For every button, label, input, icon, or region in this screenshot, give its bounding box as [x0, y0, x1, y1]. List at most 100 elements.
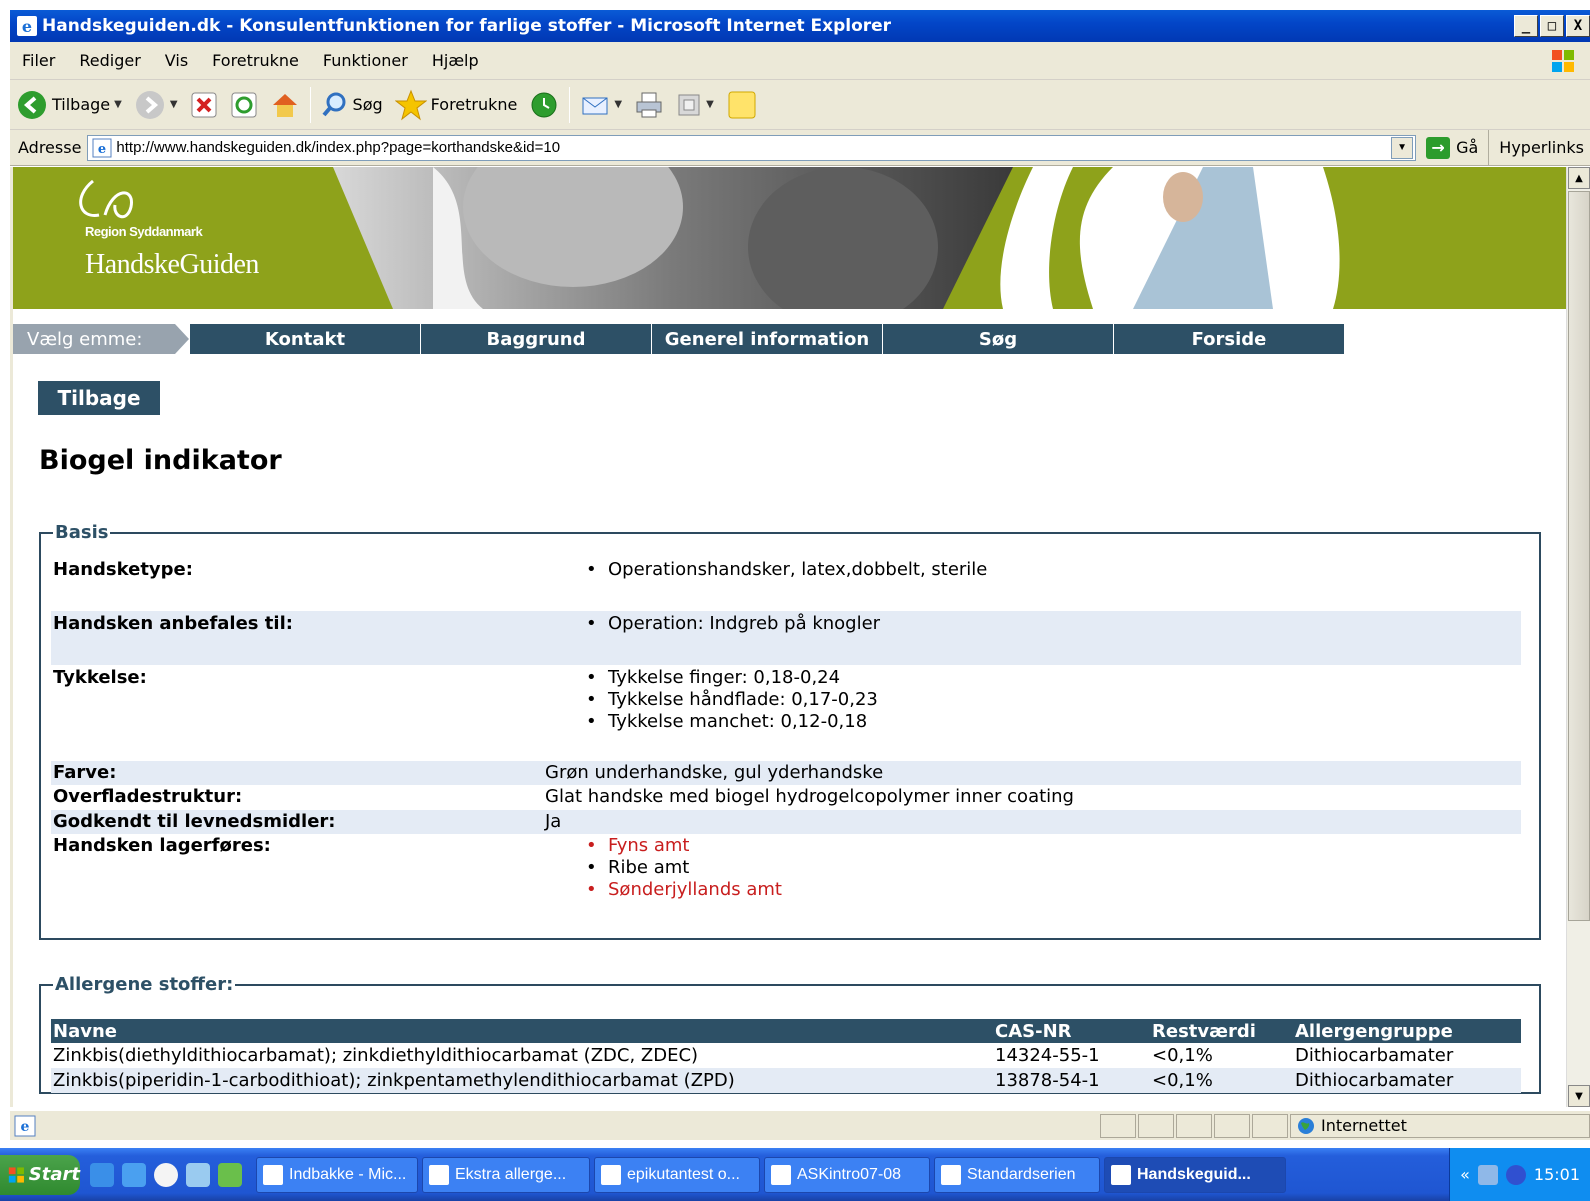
powerpoint-icon	[941, 1164, 961, 1185]
nav-baggrund[interactable]: Baggrund	[420, 324, 651, 354]
address-bar: Adresse e http://www.handskeguiden.dk/in…	[10, 130, 1590, 166]
close-button[interactable]: X	[1566, 15, 1590, 37]
allergen-group: Dithiocarbamater	[1293, 1068, 1521, 1093]
taskbar-task[interactable]: epikutantest o...	[594, 1156, 760, 1193]
toolbar-separator	[309, 86, 311, 123]
task-label: Standardserien	[967, 1165, 1076, 1183]
svg-text:e: e	[21, 1119, 30, 1135]
status-cell	[1252, 1113, 1288, 1138]
overflade-value: Glat handske med biogel hydrogelcopolyme…	[545, 786, 1074, 807]
row-anbefales: Handsken anbefales til: Operation: Indgr…	[51, 611, 1521, 665]
forward-dropdown-icon[interactable]: ▼	[170, 99, 178, 110]
allergen-rest: <0,1%	[1152, 1045, 1213, 1066]
ie-logo-icon: e	[17, 16, 37, 36]
desktop-icon[interactable]	[218, 1162, 242, 1187]
network-icon[interactable]	[1477, 1164, 1498, 1185]
menu-foretrukne[interactable]: Foretrukne	[200, 51, 311, 70]
svg-text:e: e	[22, 17, 32, 36]
outlook-icon	[263, 1164, 283, 1185]
row-lager: Handsken lagerføres: Fyns amt Ribe amt S…	[51, 834, 1521, 908]
edit-button[interactable]: ▼	[670, 85, 720, 125]
window-titlebar[interactable]: e Handskeguiden.dk - Konsulentfunktionen…	[10, 10, 1590, 42]
back-nav-button[interactable]: Tilbage ▼	[10, 85, 128, 125]
antivirus-icon[interactable]	[1505, 1164, 1526, 1185]
stop-button[interactable]	[184, 85, 224, 125]
scroll-down-icon[interactable]: ▼	[1568, 1085, 1590, 1107]
menu-filer[interactable]: Filer	[10, 51, 67, 70]
nav-kontakt[interactable]: Kontakt	[189, 324, 420, 354]
star-icon	[394, 89, 427, 120]
godkendt-label: Godkendt til levnedsmidler:	[53, 811, 336, 832]
status-cell	[1138, 1113, 1174, 1138]
start-button[interactable]: Start	[0, 1154, 80, 1195]
mail-dropdown-icon[interactable]: ▼	[614, 99, 622, 110]
taskbar-task[interactable]: Standardserien	[934, 1156, 1100, 1193]
taskbar-task[interactable]: Ekstra allerge...	[422, 1156, 590, 1193]
mail-icon	[582, 97, 608, 114]
favorites-label: Foretrukne	[430, 95, 518, 114]
lager-link-fyns[interactable]: Fyns amt	[586, 835, 782, 857]
print-button[interactable]	[628, 85, 670, 125]
taskbar-task-active[interactable]: Handskeguid...	[1104, 1156, 1286, 1193]
taskbar-task[interactable]: Indbakke - Mic...	[256, 1156, 418, 1193]
refresh-button[interactable]	[224, 85, 264, 125]
favorites-button[interactable]: Foretrukne	[389, 85, 524, 125]
org-name: Region Syddanmark	[85, 224, 203, 239]
address-input[interactable]: e http://www.handskeguiden.dk/index.php?…	[87, 134, 1417, 161]
col-navne: Navne	[51, 1019, 993, 1043]
nav-label: Vælg emme:	[13, 324, 189, 354]
godkendt-value: Ja	[545, 811, 562, 832]
menu-funktioner[interactable]: Funktioner	[311, 51, 420, 70]
nav-soeg[interactable]: Søg	[882, 324, 1113, 354]
edit-dropdown-icon[interactable]: ▼	[706, 99, 714, 110]
media-player-icon[interactable]	[154, 1162, 178, 1187]
mail-icon	[429, 1164, 449, 1185]
page-viewport: Region Syddanmark HandskeGuiden Vælg emm…	[10, 167, 1590, 1107]
allergen-name: Zinkbis(diethyldithiocarbamat); zinkdiet…	[53, 1045, 699, 1066]
messenger-button[interactable]	[720, 85, 764, 125]
home-button[interactable]	[264, 85, 306, 125]
history-button[interactable]	[523, 85, 565, 125]
back-nav-label: Tilbage	[52, 95, 111, 114]
taskbar-task[interactable]: ASKintro07-08	[764, 1156, 930, 1193]
mail-button[interactable]: ▼	[574, 85, 628, 125]
menu-hjaelp[interactable]: Hjælp	[420, 51, 491, 70]
allergen-cas: 13878-54-1	[993, 1068, 1150, 1093]
outlook-quicklaunch-icon[interactable]	[122, 1162, 146, 1187]
minimize-button[interactable]: _	[1514, 15, 1538, 37]
tray-expand-icon[interactable]: «	[1460, 1165, 1470, 1184]
windows-flag-icon	[1552, 50, 1574, 72]
taskbar: Start Indbakke - Mic... Ekstra allerge..…	[0, 1148, 1590, 1201]
scroll-up-icon[interactable]: ▲	[1568, 167, 1590, 189]
start-label: Start	[28, 1164, 80, 1185]
site-name[interactable]: HandskeGuiden	[85, 249, 259, 281]
clock: 15:01	[1533, 1165, 1580, 1184]
farve-value: Grøn underhandske, gul yderhandske	[545, 762, 884, 783]
address-label: Adresse	[18, 138, 82, 157]
task-label: Ekstra allerge...	[455, 1165, 567, 1183]
banner-photo	[79, 167, 1340, 309]
back-dropdown-icon[interactable]: ▼	[114, 99, 122, 110]
lager-link-soenderjylland[interactable]: Sønderjyllands amt	[586, 879, 782, 901]
svg-text:e: e	[98, 142, 106, 157]
table-row: Zinkbis(diethyldithiocarbamat); zinkdiet…	[51, 1043, 1521, 1068]
messenger-icon[interactable]	[186, 1162, 210, 1187]
back-button[interactable]: Tilbage	[38, 381, 160, 415]
address-dropdown-icon[interactable]: ▼	[1391, 136, 1414, 159]
go-button[interactable]: → Gå	[1416, 136, 1488, 159]
anbefales-label: Handsken anbefales til:	[53, 613, 293, 634]
menu-rediger[interactable]: Rediger	[67, 51, 152, 70]
maximize-button[interactable]: □	[1540, 15, 1564, 37]
allergen-rest: <0,1%	[1150, 1068, 1293, 1093]
note-icon	[728, 91, 756, 118]
nav-generel-information[interactable]: Generel information	[651, 324, 882, 354]
links-toolbar[interactable]: Hyperlinks	[1488, 130, 1590, 165]
scroll-thumb[interactable]	[1568, 191, 1590, 921]
menu-vis[interactable]: Vis	[153, 51, 200, 70]
nav-forside[interactable]: Forside	[1113, 324, 1344, 354]
vertical-scrollbar[interactable]: ▲ ▼	[1566, 167, 1590, 1107]
search-button[interactable]: Søg	[315, 85, 389, 125]
ie-quicklaunch-icon[interactable]	[90, 1162, 114, 1187]
task-label: ASKintro07-08	[797, 1165, 902, 1183]
forward-nav-button[interactable]: ▼	[128, 85, 184, 125]
